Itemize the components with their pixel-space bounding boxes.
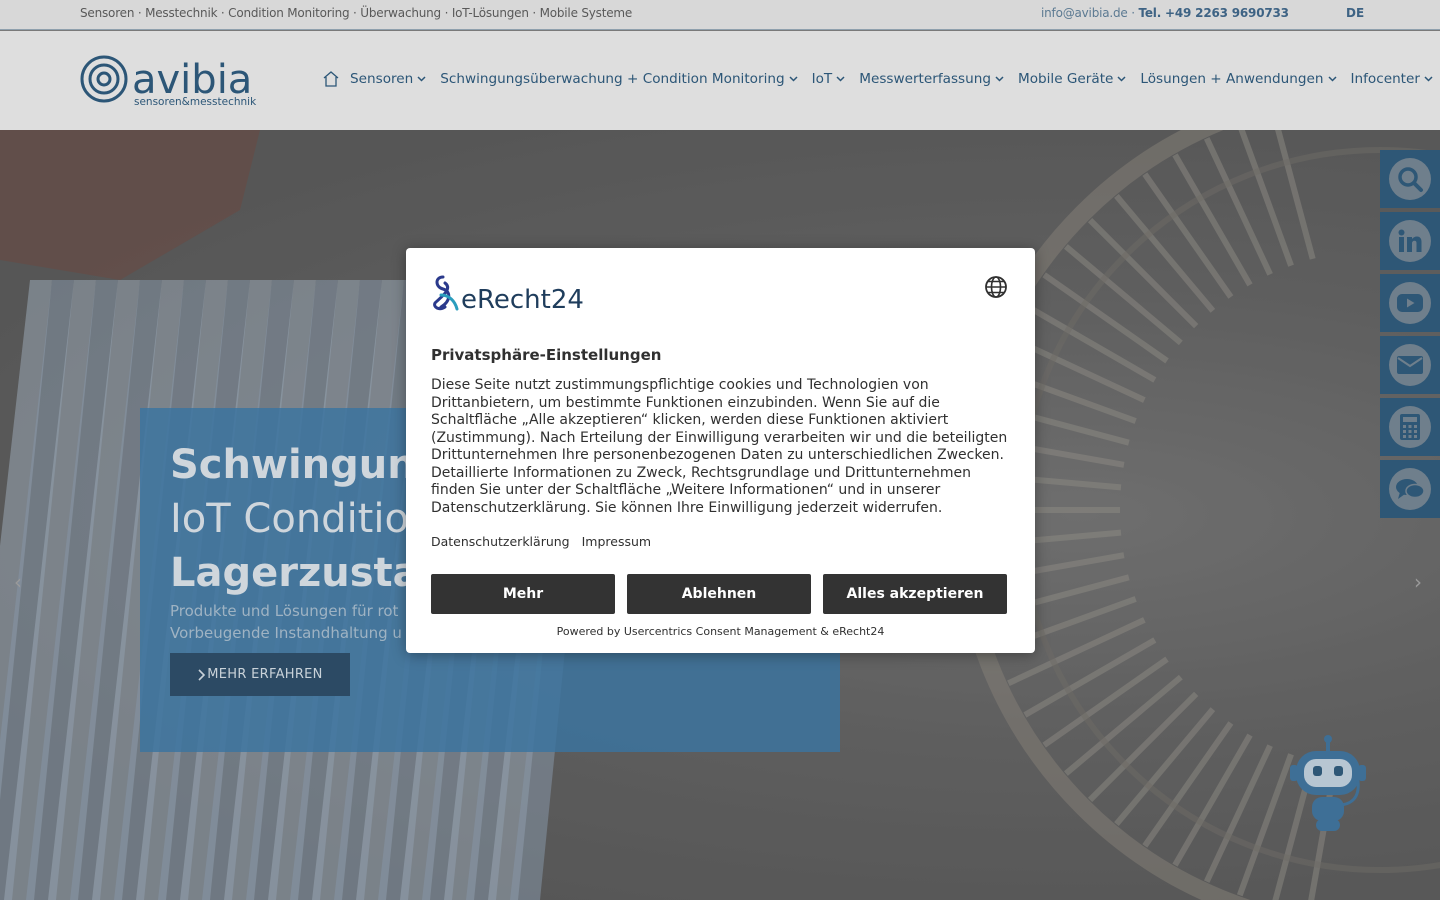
consent-title: Privatsphäre-Einstellungen: [431, 346, 662, 364]
phone-link[interactable]: Tel. +49 2263 9690733: [1138, 6, 1289, 20]
consent-dialog: eRecht24 Privatsphäre-Einstellungen Dies…: [406, 248, 1035, 653]
more-button[interactable]: Mehr: [431, 574, 615, 614]
erecht24-logo-text: eRecht24: [461, 285, 584, 313]
side-calculator-button[interactable]: [1380, 398, 1440, 456]
consent-description: Diese Seite nutzt zustimmungspflichtige …: [431, 377, 1008, 516]
side-youtube-button[interactable]: [1380, 274, 1440, 332]
language-switcher[interactable]: DE: [1346, 6, 1364, 20]
chevron-down-icon: [836, 76, 845, 82]
email-link[interactable]: info@avibia.de: [1041, 6, 1128, 20]
chevron-right-icon: [198, 668, 206, 681]
tagline: Sensoren · Messtechnik · Condition Monit…: [80, 6, 633, 20]
nav-item-mobile-geraete[interactable]: Mobile Geräte: [1018, 71, 1126, 87]
slide-text-line1: Produkte und Lösungen für rot: [170, 602, 399, 620]
youtube-icon: [1397, 294, 1423, 312]
side-chat-button[interactable]: [1380, 460, 1440, 518]
chevron-down-icon: [1117, 76, 1126, 82]
nav-label: Lösungen + Anwendungen: [1140, 71, 1324, 87]
header: avibia sensoren&messtechnik Sensoren Sch…: [0, 31, 1440, 130]
contact-info: info@avibia.de · Tel. +49 2263 9690733: [1041, 6, 1289, 20]
consent-links: Datenschutzerklärung Impressum: [431, 534, 651, 549]
main-nav: Sensoren Schwingungsüberwachung + Condit…: [322, 69, 1440, 89]
chat-icon: [1396, 479, 1425, 499]
side-search-button[interactable]: [1380, 150, 1440, 208]
contact-separator: ·: [1127, 6, 1139, 20]
side-mail-button[interactable]: [1380, 336, 1440, 394]
erecht24-logo: eRecht24: [433, 275, 584, 313]
nav-label: Infocenter: [1350, 71, 1420, 87]
nav-item-infocenter[interactable]: Infocenter: [1351, 71, 1433, 87]
nav-label: Mobile Geräte: [1017, 71, 1114, 87]
logo-subtext: sensoren&messtechnik: [134, 96, 257, 108]
calculator-icon: [1400, 414, 1420, 440]
globe-icon[interactable]: [984, 275, 1008, 299]
imprint-link[interactable]: Impressum: [582, 534, 651, 549]
nav-label: Messwerterfassung: [859, 71, 991, 87]
powered-by-text: Powered by Usercentrics Consent Manageme…: [556, 625, 885, 638]
nav-item-messwerterfassung[interactable]: Messwerterfassung: [859, 71, 1004, 87]
nav-item-iot[interactable]: IoT: [812, 71, 846, 87]
nav-item-schwingungsueberwachung[interactable]: Schwingungsüberwachung + Condition Monit…: [440, 71, 798, 87]
accept-all-button[interactable]: Alles akzeptieren: [823, 574, 1007, 614]
more-info-label: MEHR ERFAHREN: [207, 667, 323, 682]
home-icon[interactable]: [322, 70, 340, 88]
nav-label: Sensoren: [350, 71, 414, 87]
slide-text-line2: Vorbeugende Instandhaltung u: [170, 624, 402, 642]
slide-title-line2: IoT Condition: [170, 496, 435, 542]
decline-button[interactable]: Ablehnen: [627, 574, 811, 614]
nav-label: IoT: [811, 71, 833, 87]
chatbot-icon[interactable]: [1288, 733, 1368, 833]
chevron-down-icon: [995, 76, 1004, 82]
nav-item-sensoren[interactable]: Sensoren: [350, 71, 426, 87]
privacy-policy-link[interactable]: Datenschutzerklärung: [431, 534, 570, 549]
slide-text: Produkte und Lösungen für rot Vorbeugend…: [170, 600, 402, 644]
chevron-down-icon: [417, 76, 426, 82]
chevron-down-icon: [1424, 76, 1433, 82]
side-linkedin-button[interactable]: [1380, 212, 1440, 270]
chevron-down-icon: [1327, 76, 1337, 82]
slider-next-arrow[interactable]: ›: [1414, 570, 1422, 594]
search-icon: [1398, 167, 1423, 192]
more-info-button[interactable]: MEHR ERFAHREN: [170, 653, 350, 696]
top-bar: Sensoren · Messtechnik · Condition Monit…: [0, 0, 1440, 30]
chevron-down-icon: [789, 76, 798, 82]
mail-icon: [1397, 356, 1423, 374]
nav-label: Schwingungsüberwachung + Condition Monit…: [440, 71, 785, 87]
linkedin-icon: [1398, 229, 1422, 252]
slider-prev-arrow[interactable]: ‹: [14, 570, 22, 594]
nav-item-loesungen[interactable]: Lösungen + Anwendungen: [1140, 71, 1337, 87]
avibia-logo[interactable]: avibia sensoren&messtechnik: [80, 53, 260, 109]
